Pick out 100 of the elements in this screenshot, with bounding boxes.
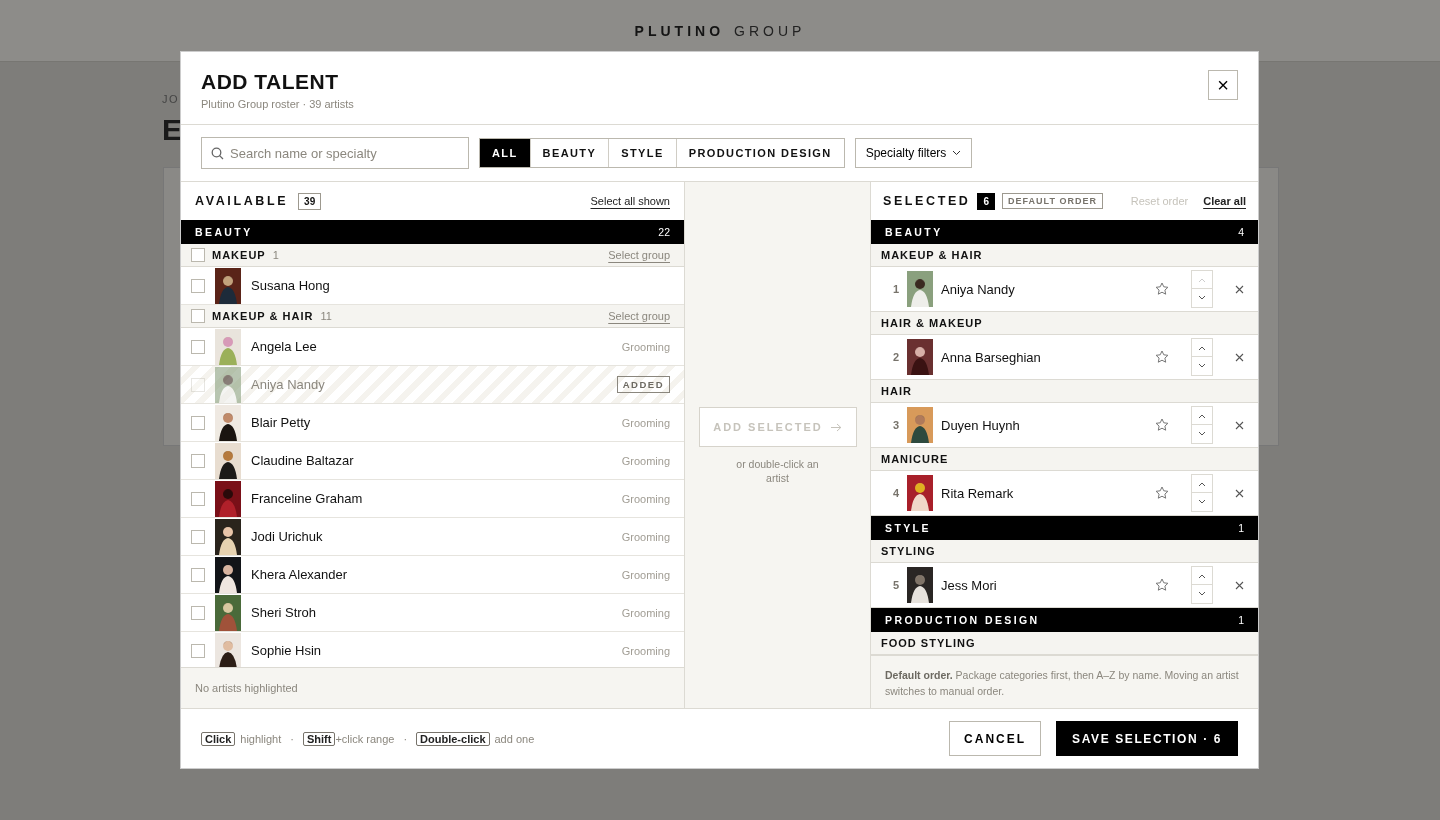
star-icon[interactable] — [1155, 282, 1169, 296]
specialty-dropdown[interactable]: Specialty filters — [854, 138, 973, 168]
artist-row[interactable]: Franceline Graham Grooming — [181, 480, 684, 518]
order-note: Default order. Package categories first, then A–Z by name. Moving an artist switches to manual order. — [871, 655, 1258, 708]
key-hint: Shift — [302, 731, 336, 746]
checkbox[interactable] — [191, 415, 205, 430]
move-down-button[interactable] — [1191, 493, 1213, 512]
artist-name: Jess Mori — [941, 577, 997, 593]
star-icon[interactable] — [1155, 578, 1169, 592]
brand-suffix: GROUP — [734, 22, 806, 39]
star-icon[interactable] — [1155, 350, 1169, 364]
artist-name: Rita Remark — [941, 485, 1014, 501]
remove-icon[interactable] — [1235, 284, 1244, 294]
separator: · — [403, 732, 408, 745]
group-name: MAKEUP — [212, 249, 266, 261]
artist-name: Blair Petty — [251, 415, 311, 430]
category-count: 1 — [1238, 522, 1244, 534]
move-down-button[interactable] — [1191, 357, 1213, 376]
group-name: HAIR — [871, 380, 1258, 403]
separator: · — [290, 732, 294, 745]
group-name: MAKEUP & HAIR — [871, 244, 1258, 267]
cancel-button[interactable]: CANCEL — [949, 721, 1042, 756]
caret-icon — [952, 150, 962, 156]
checkbox[interactable] — [191, 453, 205, 468]
star-icon[interactable] — [1155, 486, 1169, 500]
artist-name: Sheri Stroh — [251, 605, 317, 620]
save-button[interactable]: SAVE SELECTION · 6 — [1056, 721, 1238, 756]
artist-row[interactable]: Claudine Baltazar Grooming — [181, 442, 684, 480]
chevron-down-icon — [1198, 295, 1206, 301]
remove-icon[interactable] — [1235, 352, 1244, 362]
order-number: 4 — [891, 487, 899, 499]
artist-specialty: Grooming — [621, 644, 670, 657]
chevron-up-icon — [1198, 344, 1206, 351]
artist-specialty: Grooming — [621, 416, 670, 429]
move-down-button[interactable] — [1191, 585, 1213, 604]
dialog-subtitle: Plutino Group roster · 39 artists — [201, 98, 354, 110]
move-up-button[interactable] — [1191, 338, 1213, 357]
move-up-button[interactable] — [1191, 406, 1213, 425]
checkbox[interactable] — [191, 278, 205, 293]
artist-row[interactable]: Jodi Urichuk Grooming — [181, 518, 684, 556]
chevron-up-icon — [1198, 480, 1206, 487]
clear-all-link[interactable]: Clear all — [1203, 195, 1246, 207]
order-number: 2 — [891, 351, 899, 363]
checkbox[interactable] — [191, 491, 205, 506]
move-up-button[interactable] — [1191, 474, 1213, 493]
order-number: 1 — [891, 283, 899, 295]
hint-text: +click range — [335, 732, 395, 745]
group-name: FOOD STYLING — [871, 632, 1258, 655]
group-count: 11 — [320, 310, 332, 322]
order-number: 3 — [891, 419, 899, 431]
checkbox[interactable] — [191, 309, 205, 323]
filter-tab[interactable]: ALL — [480, 139, 530, 167]
artist-row[interactable]: Sheri Stroh Grooming — [181, 594, 684, 632]
remove-icon[interactable] — [1235, 488, 1244, 498]
chevron-down-icon — [1198, 499, 1206, 505]
count-badge: 6 — [977, 192, 996, 210]
move-down-button[interactable] — [1191, 425, 1213, 444]
search-field[interactable]: Search name or specialty — [201, 137, 469, 169]
category-name: BEAUTY — [885, 226, 943, 238]
artist-name: Khera Alexander — [251, 567, 348, 582]
artist-name: Aniya Nandy — [251, 377, 325, 392]
key-hint: Double-click — [416, 731, 490, 746]
checkbox[interactable] — [191, 339, 205, 354]
category-name: PRODUCTION DESIGN — [885, 614, 1040, 626]
close-button[interactable]: × — [1208, 70, 1238, 100]
remove-icon[interactable] — [1235, 580, 1244, 590]
category-count: 1 — [1238, 614, 1244, 626]
chevron-up-icon — [1198, 572, 1206, 579]
arrow-icon — [830, 422, 842, 432]
order-number: 5 — [891, 579, 899, 591]
group-count: 1 — [272, 249, 279, 261]
move-up-button[interactable] — [1191, 270, 1213, 289]
hint-text: or double-click an artist — [735, 457, 820, 485]
artist-specialty: Grooming — [621, 568, 670, 581]
status-text: No artists highlighted — [181, 667, 684, 708]
checkbox[interactable] — [191, 529, 205, 544]
artist-specialty: Grooming — [621, 340, 670, 353]
artist-name: Claudine Baltazar — [251, 453, 354, 468]
remove-icon[interactable] — [1235, 420, 1244, 430]
order-badge: DEFAULT ORDER — [1002, 193, 1103, 209]
key-hint: Click — [201, 731, 236, 746]
artist-row[interactable]: Khera Alexander Grooming — [181, 556, 684, 594]
select-all-link[interactable]: Select all shown — [590, 195, 670, 207]
checkbox[interactable] — [191, 605, 205, 620]
group-name: STYLING — [871, 540, 1258, 563]
artist-name: Franceline Graham — [251, 491, 363, 506]
artist-row[interactable]: Aniya Nandy ADDED — [181, 366, 684, 404]
artist-specialty: Grooming — [621, 606, 670, 619]
checkbox[interactable] — [191, 248, 205, 262]
checkbox[interactable] — [191, 643, 205, 658]
artist-row[interactable]: Blair Petty Grooming — [181, 404, 684, 442]
move-down-button[interactable] — [1191, 289, 1213, 308]
group-name: MANICURE — [871, 448, 1258, 471]
chevron-up-icon — [1198, 412, 1206, 419]
move-up-button[interactable] — [1191, 566, 1213, 585]
checkbox[interactable] — [191, 567, 205, 582]
panel-title: SELECTED — [883, 194, 971, 208]
star-icon[interactable] — [1155, 418, 1169, 432]
group-name: HAIR & MAKEUP — [871, 312, 1258, 335]
category-count: 22 — [658, 226, 670, 238]
